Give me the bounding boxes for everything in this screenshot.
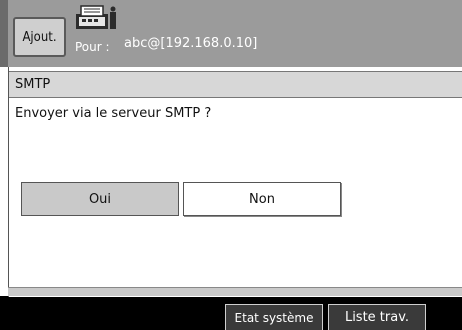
header-bar	[0, 0, 462, 67]
dialog-title: SMTP	[15, 77, 51, 92]
job-list-label: Liste trav.	[344, 310, 410, 325]
dialog-question: Envoyer via le serveur SMTP ?	[15, 106, 212, 121]
job-list-button[interactable]: Liste trav.	[328, 304, 426, 330]
recipient-label: Pour :	[75, 40, 110, 54]
add-button[interactable]: Ajout.	[13, 17, 66, 57]
dialog-title-bar: SMTP	[9, 71, 462, 98]
no-button-label: Non	[249, 191, 275, 207]
system-status-button[interactable]: Etat système	[225, 304, 323, 330]
add-button-label: Ajout.	[22, 29, 57, 45]
no-button[interactable]: Non	[183, 182, 341, 216]
yes-button[interactable]: Oui	[21, 182, 179, 216]
panel-bottom-strip	[8, 287, 462, 296]
recipient-address: abc@[192.168.0.10]	[124, 36, 258, 51]
system-status-label: Etat système	[234, 310, 314, 325]
yes-button-label: Oui	[88, 191, 112, 207]
main-panel: Ajout. Pour : abc@[192.168.0.10] SMTP En…	[0, 0, 462, 297]
dialog-section: SMTP Envoyer via le serveur SMTP ? Oui N…	[8, 67, 462, 297]
fax-machine-icon	[76, 5, 116, 29]
